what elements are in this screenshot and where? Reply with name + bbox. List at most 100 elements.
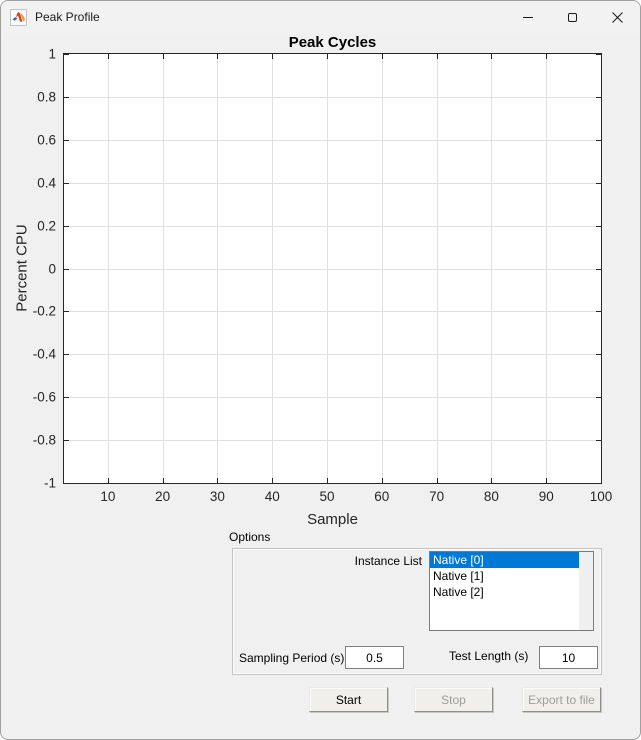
chart-title: Peak Cycles (63, 34, 602, 51)
x-tick-label: 80 (484, 489, 499, 504)
instance-list-label: Instance List (322, 554, 422, 568)
matlab-logo-icon (10, 9, 27, 26)
x-tick-mark (437, 54, 438, 59)
x-tick-mark (491, 478, 492, 483)
x-tick-mark (272, 478, 273, 483)
instance-list-item[interactable]: Native [2] (430, 584, 579, 600)
maximize-icon (568, 13, 577, 22)
y-gridline (64, 397, 601, 398)
y-tick-mark (64, 54, 69, 55)
x-tick-mark (491, 54, 492, 59)
y-gridline (64, 354, 601, 355)
x-tick-mark (546, 54, 547, 59)
instance-list-item[interactable]: Native [1] (430, 568, 579, 584)
y-tick-mark (596, 354, 601, 355)
y-tick-mark (64, 311, 69, 312)
y-tick-label: 0.6 (37, 132, 56, 147)
y-tick-mark (596, 311, 601, 312)
x-tick-label: 40 (265, 489, 280, 504)
y-tick-label: 0.4 (37, 175, 56, 190)
plot-area: 10203040506070809010010.80.60.40.20-0.2-… (63, 53, 602, 484)
y-tick-mark (64, 269, 69, 270)
minimize-button[interactable] (505, 1, 550, 33)
y-tick-label: -1 (44, 476, 56, 491)
titlebar[interactable]: Peak Profile (1, 1, 640, 33)
y-tick-mark (64, 226, 69, 227)
x-tick-mark (217, 478, 218, 483)
y-tick-mark (596, 397, 601, 398)
y-tick-mark (64, 183, 69, 184)
y-tick-mark (596, 226, 601, 227)
x-tick-mark (382, 478, 383, 483)
y-tick-mark (64, 140, 69, 141)
y-gridline (64, 440, 601, 441)
y-tick-mark (596, 140, 601, 141)
y-tick-mark (64, 397, 69, 398)
instance-listbox[interactable]: Native [0] Native [1] Native [2] (429, 551, 594, 631)
x-tick-mark (163, 478, 164, 483)
y-tick-mark (596, 54, 601, 55)
close-icon (612, 12, 623, 23)
x-tick-mark (108, 54, 109, 59)
sampling-period-label: Sampling Period (s) (239, 651, 344, 665)
y-tick-mark (64, 354, 69, 355)
y-gridline (64, 269, 601, 270)
test-length-label: Test Length (s) (449, 649, 528, 663)
y-axis-label: Percent CPU (14, 224, 31, 312)
x-tick-mark (327, 478, 328, 483)
y-tick-mark (596, 97, 601, 98)
y-tick-label: -0.4 (33, 347, 56, 362)
y-tick-label: -0.6 (33, 390, 56, 405)
x-tick-label: 50 (320, 489, 335, 504)
window-title: Peak Profile (35, 10, 100, 24)
y-gridline (64, 140, 601, 141)
x-tick-label: 30 (210, 489, 225, 504)
options-panel-label: Options (229, 530, 270, 544)
y-tick-label: -0.2 (33, 304, 56, 319)
x-tick-label: 100 (590, 489, 613, 504)
x-tick-label: 90 (539, 489, 554, 504)
y-tick-mark (596, 183, 601, 184)
x-tick-mark (546, 478, 547, 483)
x-tick-label: 60 (374, 489, 389, 504)
y-tick-label: 1 (48, 47, 56, 62)
y-tick-mark (596, 483, 601, 484)
start-button[interactable]: Start (309, 687, 388, 712)
matlab-figure-window: Peak Profile Peak Cycles 102030405060708… (0, 0, 641, 740)
y-tick-label: 0.8 (37, 89, 56, 104)
x-tick-mark (601, 478, 602, 483)
figure-canvas: Peak Cycles 10203040506070809010010.80.6… (1, 33, 640, 739)
maximize-button[interactable] (550, 1, 595, 33)
instance-list-items: Native [0] Native [1] Native [2] (430, 552, 579, 630)
y-tick-mark (64, 483, 69, 484)
x-tick-label: 20 (155, 489, 170, 504)
listbox-scrollbar[interactable] (579, 552, 593, 630)
x-tick-mark (217, 54, 218, 59)
x-tick-label: 70 (429, 489, 444, 504)
y-gridline (64, 226, 601, 227)
y-tick-label: 0 (48, 261, 56, 276)
x-tick-mark (108, 478, 109, 483)
x-tick-mark (327, 54, 328, 59)
y-tick-mark (596, 269, 601, 270)
x-tick-mark (163, 54, 164, 59)
window-controls (505, 1, 640, 33)
y-gridline (64, 97, 601, 98)
close-button[interactable] (595, 1, 640, 33)
test-length-input[interactable] (539, 646, 598, 669)
export-button[interactable]: Export to file (522, 687, 601, 712)
x-axis-label: Sample (63, 511, 602, 528)
y-tick-label: -0.8 (33, 433, 56, 448)
y-tick-label: 0.2 (37, 218, 56, 233)
y-gridline (64, 311, 601, 312)
stop-button[interactable]: Stop (414, 687, 493, 712)
x-tick-mark (601, 54, 602, 59)
y-gridline (64, 183, 601, 184)
x-tick-mark (382, 54, 383, 59)
sampling-period-input[interactable] (345, 646, 404, 669)
y-tick-mark (596, 440, 601, 441)
x-tick-mark (272, 54, 273, 59)
minimize-icon (523, 17, 533, 18)
instance-list-item[interactable]: Native [0] (430, 552, 579, 568)
y-tick-mark (64, 440, 69, 441)
